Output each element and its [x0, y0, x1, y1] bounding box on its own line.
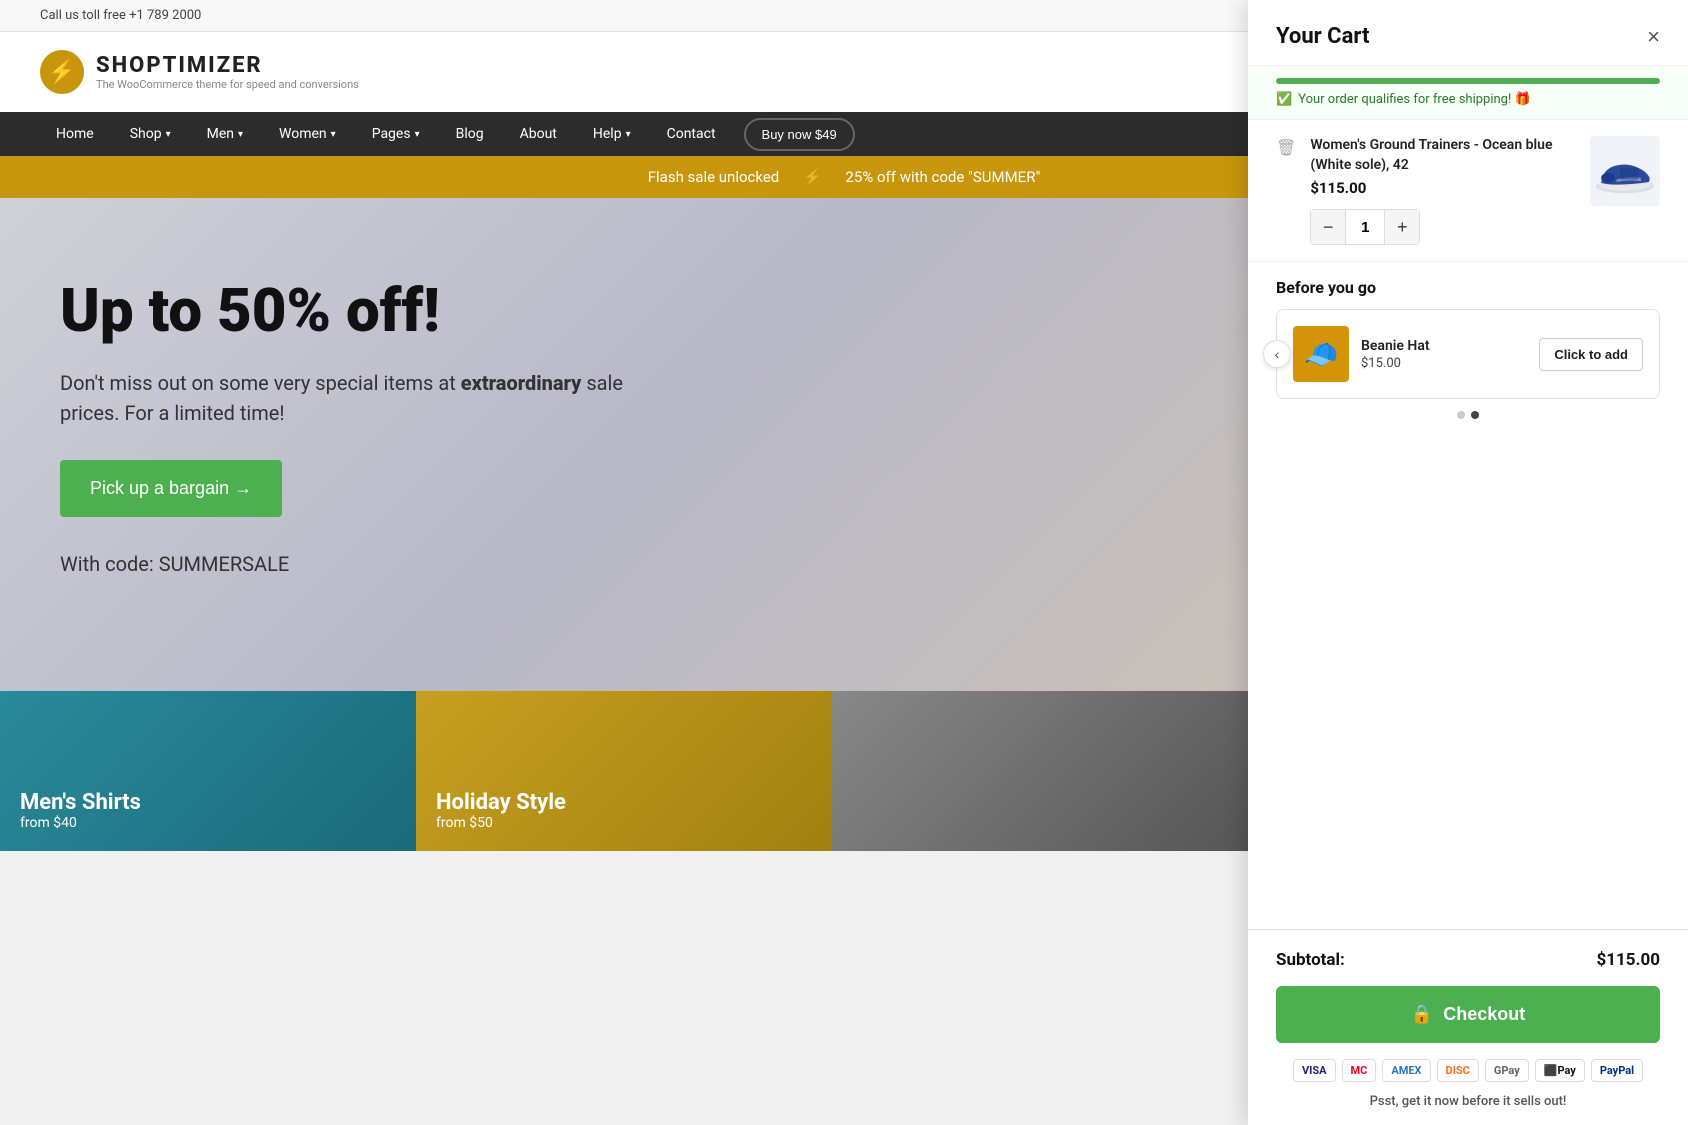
hero-code: With code: SUMMERSALE — [60, 549, 660, 579]
qty-increase-button[interactable]: + — [1385, 210, 1419, 244]
upsell-prev-button[interactable]: ‹ — [1263, 340, 1291, 368]
cart-item: 🗑 Women's Ground Trainers - Ocean blue (… — [1276, 136, 1660, 245]
nav-home[interactable]: Home — [40, 112, 110, 156]
payment-icons: VISA MC AMEX DISC GPay ⬛Pay PayPal — [1276, 1059, 1660, 1082]
chevron-down-icon: ▾ — [331, 129, 336, 140]
cat-title-holiday: Holiday Style — [436, 790, 812, 815]
shoe-image — [1591, 137, 1659, 205]
carousel-dot-2[interactable] — [1471, 411, 1479, 419]
hero-subtext: Don't miss out on some very special item… — [60, 368, 660, 428]
hero-cta-button[interactable]: Pick up a bargain → — [60, 460, 282, 517]
cat-content-mens: Men's Shirts from $40 — [0, 770, 416, 851]
chevron-down-icon: ▾ — [166, 129, 171, 140]
chevron-down-icon: ▾ — [626, 129, 631, 140]
checkout-label: Checkout — [1443, 1004, 1525, 1025]
cat-from-mens: from $40 — [20, 815, 396, 831]
qty-decrease-button[interactable]: − — [1311, 210, 1345, 244]
checkout-button[interactable]: 🔒 Checkout — [1276, 986, 1660, 1043]
cart-panel: Your Cart × ✅ Your order qualifies for f… — [1248, 0, 1688, 1125]
nav-contact[interactable]: Contact — [651, 112, 732, 156]
subtotal-label: Subtotal: — [1276, 950, 1345, 970]
nav-about[interactable]: About — [504, 112, 573, 156]
click-to-add-button[interactable]: Click to add — [1539, 338, 1643, 371]
nav-pages[interactable]: Pages▾ — [356, 112, 436, 156]
cart-close-button[interactable]: × — [1647, 26, 1660, 48]
upsell-info: Beanie Hat $15.00 — [1361, 338, 1527, 371]
qty-input[interactable] — [1345, 210, 1385, 244]
subtotal-row: Subtotal: $115.00 — [1276, 950, 1660, 970]
item-thumbnail — [1590, 136, 1660, 206]
nav-help[interactable]: Help▾ — [577, 112, 647, 156]
item-info: Women's Ground Trainers - Ocean blue (Wh… — [1310, 136, 1576, 245]
flash-text1: Flash sale unlocked — [648, 168, 780, 186]
upsell-price: $15.00 — [1361, 356, 1527, 371]
cat-content-extra — [832, 811, 1248, 851]
cat-title-mens: Men's Shirts — [20, 790, 396, 815]
logo-text: SHOPTIMIZER The WooCommerce theme for sp… — [96, 53, 359, 91]
logo-tagline: The WooCommerce theme for speed and conv… — [96, 78, 359, 91]
nav-shop[interactable]: Shop▾ — [114, 112, 187, 156]
cart-title: Your Cart — [1276, 24, 1369, 49]
topbar-left: Call us toll free +1 789 2000 — [40, 8, 201, 23]
upsell-thumbnail: 🧢 — [1293, 326, 1349, 382]
category-holiday[interactable]: Holiday Style from $50 — [416, 691, 832, 851]
discover-icon: DISC — [1437, 1059, 1479, 1082]
chevron-down-icon: ▾ — [238, 129, 243, 140]
main-content: Up to 50% off! Don't miss out on some ve… — [0, 198, 1248, 851]
item-name: Women's Ground Trainers - Ocean blue (Wh… — [1310, 136, 1576, 175]
mastercard-icon: MC — [1342, 1059, 1377, 1082]
category-mens-shirts[interactable]: Men's Shirts from $40 — [0, 691, 416, 851]
cat-content-holiday: Holiday Style from $50 — [416, 770, 832, 851]
visa-icon: VISA — [1293, 1059, 1336, 1082]
hero-section: Up to 50% off! Don't miss out on some ve… — [0, 198, 1248, 691]
category-row: Men's Shirts from $40 Holiday Style from… — [0, 691, 1248, 851]
buy-now-button[interactable]: Buy now $49 — [744, 118, 855, 151]
before-you-go: Before you go ‹ 🧢 Beanie Hat $15.00 Clic… — [1248, 261, 1688, 435]
lock-icon: 🔒 — [1411, 1004, 1433, 1025]
upsell-card: ‹ 🧢 Beanie Hat $15.00 Click to add — [1276, 309, 1660, 399]
carousel-dot-1[interactable] — [1457, 411, 1465, 419]
logo-icon: ⚡ — [40, 50, 84, 94]
urgency-message: Psst, get it now before it sells out! — [1276, 1094, 1660, 1109]
upsell-name: Beanie Hat — [1361, 338, 1527, 354]
amex-icon: AMEX — [1382, 1059, 1430, 1082]
apple-pay-icon: ⬛Pay — [1535, 1059, 1585, 1082]
delete-item-icon[interactable]: 🗑 — [1276, 138, 1296, 157]
nav-blog[interactable]: Blog — [440, 112, 500, 156]
cart-header: Your Cart × — [1248, 0, 1688, 66]
chevron-down-icon: ▾ — [415, 129, 420, 140]
gpay-icon: GPay — [1485, 1059, 1529, 1082]
subtotal-value: $115.00 — [1597, 950, 1660, 970]
item-price: $115.00 — [1310, 179, 1576, 197]
logo-name: SHOPTIMIZER — [96, 53, 359, 78]
shipping-bar-wrap: ✅ Your order qualifies for free shipping… — [1248, 66, 1688, 120]
shipping-message: ✅ Your order qualifies for free shipping… — [1276, 92, 1660, 107]
check-circle-icon: ✅ — [1276, 92, 1292, 107]
shipping-progress-fill — [1276, 78, 1660, 84]
paypal-icon: PayPal — [1591, 1059, 1643, 1082]
cart-items: 🗑 Women's Ground Trainers - Ocean blue (… — [1248, 120, 1688, 261]
nav-men[interactable]: Men▾ — [191, 112, 259, 156]
hero-headline: Up to 50% off! — [60, 278, 660, 344]
cart-spacer — [1248, 435, 1688, 929]
category-extra[interactable] — [832, 691, 1248, 851]
hero-content: Up to 50% off! Don't miss out on some ve… — [60, 278, 660, 579]
before-go-title: Before you go — [1276, 278, 1660, 297]
shipping-progress-bar — [1276, 78, 1660, 84]
cat-from-holiday: from $50 — [436, 815, 812, 831]
flash-divider: ⚡ — [803, 168, 822, 186]
logo-area: ⚡ SHOPTIMIZER The WooCommerce theme for … — [40, 50, 359, 94]
flash-text2: 25% off with code "SUMMER" — [845, 168, 1040, 186]
cart-footer: Subtotal: $115.00 🔒 Checkout VISA MC AME… — [1248, 929, 1688, 1125]
carousel-dots — [1276, 411, 1660, 419]
nav-women[interactable]: Women▾ — [263, 112, 352, 156]
qty-controls: − + — [1310, 209, 1420, 245]
